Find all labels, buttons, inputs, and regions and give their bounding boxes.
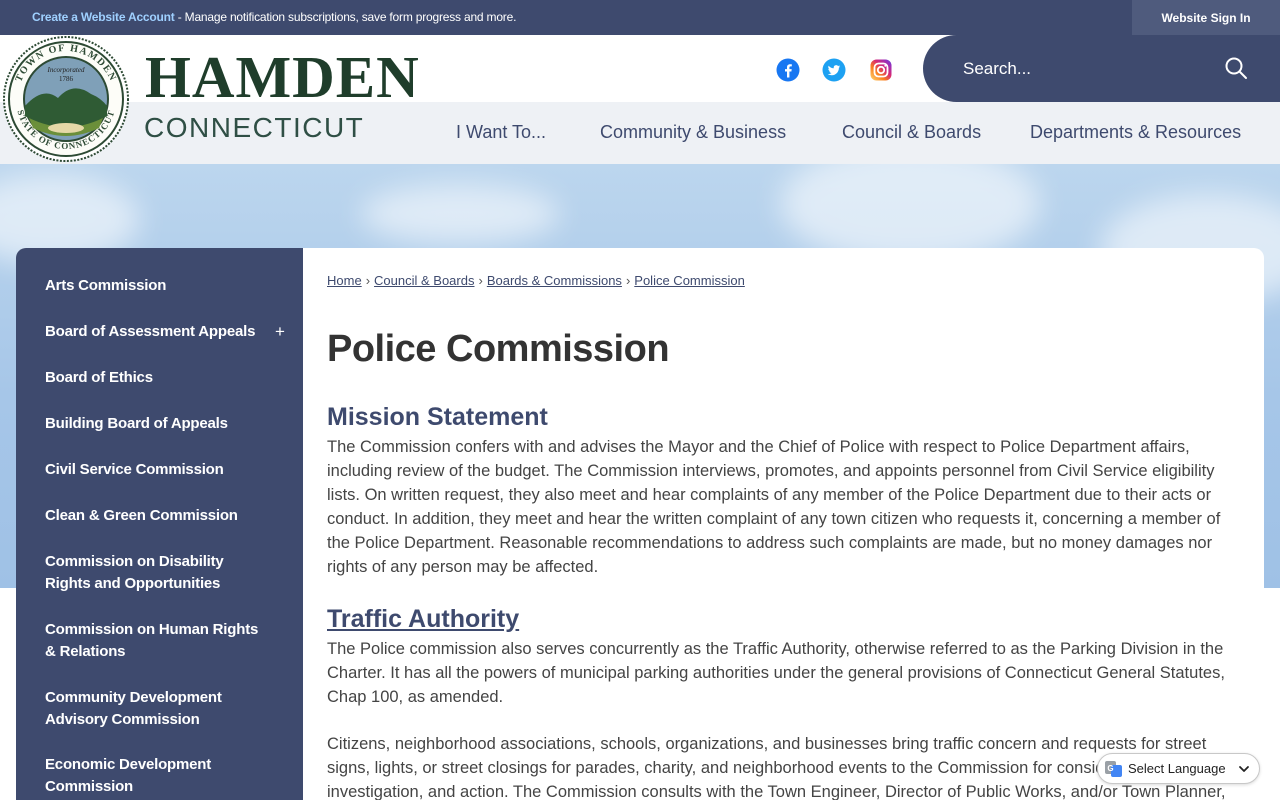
nav-council-boards[interactable]: Council & Boards [842,122,981,143]
mission-heading: Mission Statement [327,403,548,431]
sidebar-item-arts-commission[interactable]: Arts Commission [45,275,265,297]
breadcrumb-separator: › [478,273,483,288]
main-content: Home › Council & Boards › Boards & Commissio… [303,248,1264,800]
breadcrumb-home[interactable]: Home [327,273,362,288]
site-title[interactable]: HAMDEN [145,48,420,107]
town-seal-logo[interactable]: Incorporated 1786 TOWN OF HAMDEN STATE O… [3,36,129,162]
chevron-down-icon [1238,765,1249,772]
search-bar [923,35,1280,102]
sidebar-item-board-of-assessment-appeals[interactable]: Board of Assessment Appeals [45,321,265,343]
create-account-link[interactable]: Create a Website Account [32,10,175,24]
breadcrumb: Home › Council & Boards › Boards & Commissio… [327,273,745,288]
facebook-icon[interactable] [776,58,800,82]
page-title: Police Commission [327,328,670,370]
twitter-icon[interactable] [822,58,846,82]
sidebar-item-community-development[interactable]: Community Development Advisory Commissio… [45,687,265,731]
sidebar-item-building-board-of-appeals[interactable]: Building Board of Appeals [45,413,265,435]
breadcrumb-police-commission[interactable]: Police Commission [634,273,745,288]
account-message: Create a Website Account - Manage notifi… [32,10,516,24]
traffic-text-1: The Police commission also serves concur… [327,640,1225,706]
website-sign-in-button[interactable]: Website Sign In [1132,0,1280,35]
language-select[interactable]: G Select Language [1097,753,1260,784]
sidebar-item-economic-development[interactable]: Economic Development Commission [45,754,265,798]
sidebar-item-board-of-ethics[interactable]: Board of Ethics [45,367,265,389]
sidebar-item-human-rights[interactable]: Commission on Human Rights & Relations [45,619,265,663]
breadcrumb-council-boards[interactable]: Council & Boards [374,273,474,288]
site-subtitle: CONNECTICUT [144,112,365,143]
sidebar-nav: Arts Commission Board of Assessment Appe… [16,248,303,800]
breadcrumb-separator: › [365,273,371,288]
nav-departments-resources[interactable]: Departments & Resources [1030,122,1241,143]
seal-year-text: 1786 [59,75,74,83]
nav-community-business[interactable]: Community & Business [600,122,786,143]
seal-incorporated-text: Incorporated [47,66,85,74]
sidebar-item-disability-rights[interactable]: Commission on Disability Rights and Oppo… [45,551,265,595]
google-translate-icon: G [1105,760,1122,777]
sidebar-item-clean-green-commission[interactable]: Clean & Green Commission [45,505,265,527]
mission-text: The Commission confers with and advises … [327,438,1221,576]
search-input[interactable] [963,55,1213,83]
account-message-text: - Manage notification subscriptions, sav… [174,10,517,24]
language-select-label: Select Language [1128,761,1226,776]
traffic-authority-link[interactable]: Traffic Authority [327,605,519,634]
breadcrumb-separator: › [625,273,631,288]
svg-text:G: G [1107,764,1113,773]
utility-bar: Create a Website Account - Manage notifi… [0,0,1280,35]
expand-icon[interactable]: + [275,322,285,342]
breadcrumb-boards-commissions[interactable]: Boards & Commissions [487,273,622,288]
instagram-icon[interactable] [869,58,893,82]
search-icon[interactable] [1224,56,1248,80]
nav-i-want-to[interactable]: I Want To... [456,122,546,143]
sidebar-item-civil-service-commission[interactable]: Civil Service Commission [45,459,265,481]
